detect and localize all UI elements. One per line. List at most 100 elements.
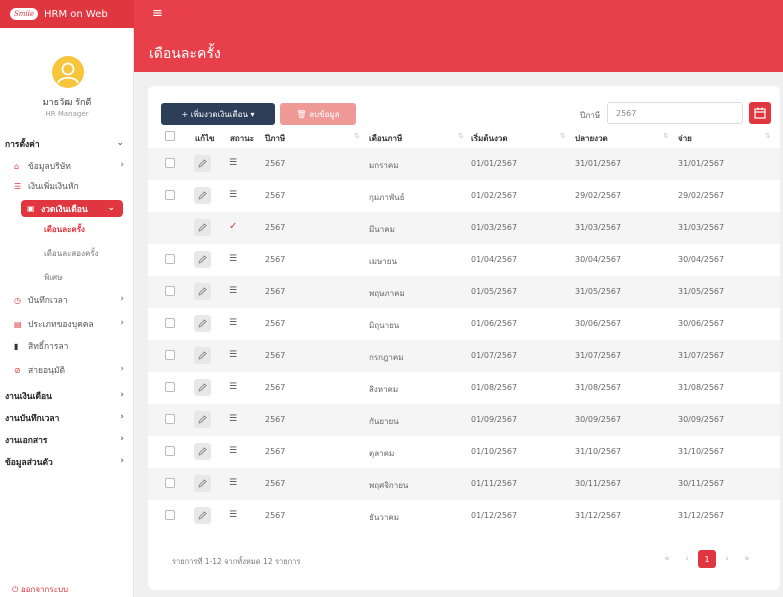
edit-button[interactable]: [194, 315, 211, 332]
sort-icon[interactable]: ⇅: [560, 132, 566, 140]
sidebar-subitem-special[interactable]: พิเศษ: [0, 268, 134, 286]
table-row[interactable]: ☰ 2567 ธันวาคม 01/12/2567 31/12/2567 31/12/25…: [148, 500, 780, 532]
table-row[interactable]: ☰ 2567 ตุลาคม 01/10/2567 31/10/2567 31/10/256…: [148, 436, 780, 468]
list-icon[interactable]: ☰: [229, 382, 237, 392]
select-all-checkbox[interactable]: [165, 131, 175, 141]
row-checkbox[interactable]: [165, 510, 175, 520]
brand[interactable]: Smile HRM on Web: [0, 0, 134, 28]
logout-button[interactable]: ⏻ ออกจากระบบ: [12, 583, 68, 596]
sidebar-item-employee-status[interactable]: ⊘ สายอนุมัติ ›: [0, 361, 134, 379]
chevron-right-icon: ›: [120, 456, 124, 466]
last-page-button[interactable]: »: [738, 550, 756, 568]
cell-month: กุมภาพันธ์: [369, 193, 405, 202]
list-icon[interactable]: ☰: [229, 350, 237, 360]
list-icon[interactable]: ☰: [229, 254, 237, 264]
row-checkbox[interactable]: [165, 478, 175, 488]
sidebar-item-employee-type[interactable]: ▤ ประเภทของบุคคล ›: [0, 315, 134, 333]
sidebar-item-salary-period[interactable]: ▣ งวดเงินเดือน ⌄: [21, 200, 123, 217]
sidebar-item-income-deduction[interactable]: ☰ เงินเพิ่มเงินหัก: [0, 177, 134, 195]
edit-button[interactable]: [194, 443, 211, 460]
page-header: เดือนละครั้ง: [134, 28, 783, 72]
edit-button[interactable]: [194, 155, 211, 172]
table-row[interactable]: ☰ 2567 พฤศจิกายน 01/11/2567 30/11/2567 30/11/…: [148, 468, 780, 500]
edit-button[interactable]: [194, 283, 211, 300]
sort-icon[interactable]: ⇅: [354, 132, 360, 140]
table-row[interactable]: ☰ 2567 มิถุนายน 01/06/2567 30/06/2567 30/06/2…: [148, 308, 780, 340]
row-checkbox[interactable]: [165, 350, 175, 360]
cell-year: 2567: [265, 255, 286, 264]
cell-month: มกราคม: [369, 161, 399, 170]
avatar[interactable]: [52, 56, 84, 88]
sort-icon[interactable]: ⇅: [663, 132, 669, 140]
next-page-button[interactable]: ›: [718, 550, 736, 568]
calendar-button[interactable]: [749, 102, 771, 124]
list-icon[interactable]: ☰: [229, 158, 237, 168]
edit-button[interactable]: [194, 507, 211, 524]
cell-year: 2567: [265, 479, 286, 488]
row-checkbox[interactable]: [165, 414, 175, 424]
page-1-button[interactable]: 1: [698, 550, 716, 568]
table-row[interactable]: ☰ 2567 กันยายน 01/09/2567 30/09/2567 30/09/25…: [148, 404, 780, 436]
column-header-month[interactable]: เดือนภาษี: [369, 132, 402, 145]
column-header-year[interactable]: ปีภาษี: [265, 132, 285, 145]
cell-start: 01/05/2567: [471, 287, 518, 296]
table-row[interactable]: ✓ 2567 มีนาคม 01/03/2567 31/03/2567 31/03/256…: [148, 212, 780, 244]
cell-year: 2567: [265, 223, 286, 232]
sort-icon[interactable]: ⇅: [458, 132, 464, 140]
row-checkbox[interactable]: [165, 254, 175, 264]
pencil-icon: [198, 159, 207, 168]
edit-button[interactable]: [194, 251, 211, 268]
hamburger-menu-icon[interactable]: ≡: [152, 6, 163, 21]
cell-start: 01/09/2567: [471, 415, 518, 424]
first-page-button[interactable]: «: [658, 550, 676, 568]
delete-button[interactable]: 🗑 ลบข้อมูล: [280, 103, 356, 125]
column-header-start[interactable]: เริ่มต้นงวด: [471, 132, 508, 145]
row-checkbox[interactable]: [165, 158, 175, 168]
sidebar-subitem-monthly[interactable]: เดือนละครั้ง: [0, 220, 134, 238]
edit-button[interactable]: [194, 347, 211, 364]
sort-icon[interactable]: ⇅: [765, 132, 771, 140]
edit-button[interactable]: [194, 379, 211, 396]
list-icon[interactable]: ☰: [229, 414, 237, 424]
pagination-info: รายการที่ 1-12 จากทั้งหมด 12 รายการ: [172, 557, 301, 566]
table-row[interactable]: ☰ 2567 เมษายน 01/04/2567 30/04/2567 30/04/256…: [148, 244, 780, 276]
table-row[interactable]: ☰ 2567 กรกฎาคม 01/07/2567 31/07/2567 31/07/25…: [148, 340, 780, 372]
edit-button[interactable]: [194, 187, 211, 204]
sidebar-item-leave-rights[interactable]: ▮ สิทธิ์การลา: [0, 337, 134, 355]
list-icon[interactable]: ☰: [229, 286, 237, 296]
pencil-icon: [198, 223, 207, 232]
row-checkbox[interactable]: [165, 318, 175, 328]
prev-page-button[interactable]: ‹: [678, 550, 696, 568]
sidebar-item-settings[interactable]: การตั้งค่า ⌄: [0, 135, 134, 153]
table-row[interactable]: ☰ 2567 กุมภาพันธ์ 01/02/2567 29/02/2567 29/02…: [148, 180, 780, 212]
sidebar-item-label: เดือนละสองครั้ง: [44, 248, 99, 258]
list-icon[interactable]: ☰: [229, 510, 237, 520]
column-header-end[interactable]: ปลายงวด: [575, 132, 608, 145]
column-header-pay[interactable]: จ่าย: [678, 132, 692, 145]
list-icon[interactable]: ☰: [229, 318, 237, 328]
sidebar-item-payroll-work[interactable]: งานเงินเดือน ›: [0, 387, 134, 405]
table-row[interactable]: ☰ 2567 พฤษภาคม 01/05/2567 31/05/2567 31/05/25…: [148, 276, 780, 308]
edit-button[interactable]: [194, 219, 211, 236]
row-checkbox[interactable]: [165, 382, 175, 392]
sidebar-item-company-info[interactable]: ⌂ ข้อมูลบริษัท ›: [0, 157, 134, 175]
list-icon[interactable]: ☰: [229, 446, 237, 456]
edit-button[interactable]: [194, 411, 211, 428]
add-salary-period-button[interactable]: + เพิ่มงวดเงินเดือน ▾: [161, 103, 275, 125]
table-row[interactable]: ☰ 2567 มกราคม 01/01/2567 31/01/2567 31/01/256…: [148, 148, 780, 180]
sidebar-item-time-record[interactable]: ◷ บันทึกเวลา ›: [0, 291, 134, 309]
sidebar-item-document-work[interactable]: งานเอกสาร ›: [0, 431, 134, 449]
tax-year-input[interactable]: [607, 102, 743, 124]
row-checkbox[interactable]: [165, 446, 175, 456]
chevron-right-icon: ›: [120, 412, 124, 422]
sidebar-subitem-twice-monthly[interactable]: เดือนละสองครั้ง: [0, 244, 134, 262]
list-icon[interactable]: ☰: [229, 478, 237, 488]
cell-pay: 31/01/2567: [678, 159, 725, 168]
sidebar-item-time-work[interactable]: งานบันทึกเวลา ›: [0, 409, 134, 427]
edit-button[interactable]: [194, 475, 211, 492]
row-checkbox[interactable]: [165, 190, 175, 200]
row-checkbox[interactable]: [165, 286, 175, 296]
table-row[interactable]: ☰ 2567 สิงหาคม 01/08/2567 31/08/2567 31/08/25…: [148, 372, 780, 404]
list-icon[interactable]: ☰: [229, 190, 237, 200]
sidebar-item-personal-info[interactable]: ข้อมูลส่วนตัว ›: [0, 453, 134, 471]
